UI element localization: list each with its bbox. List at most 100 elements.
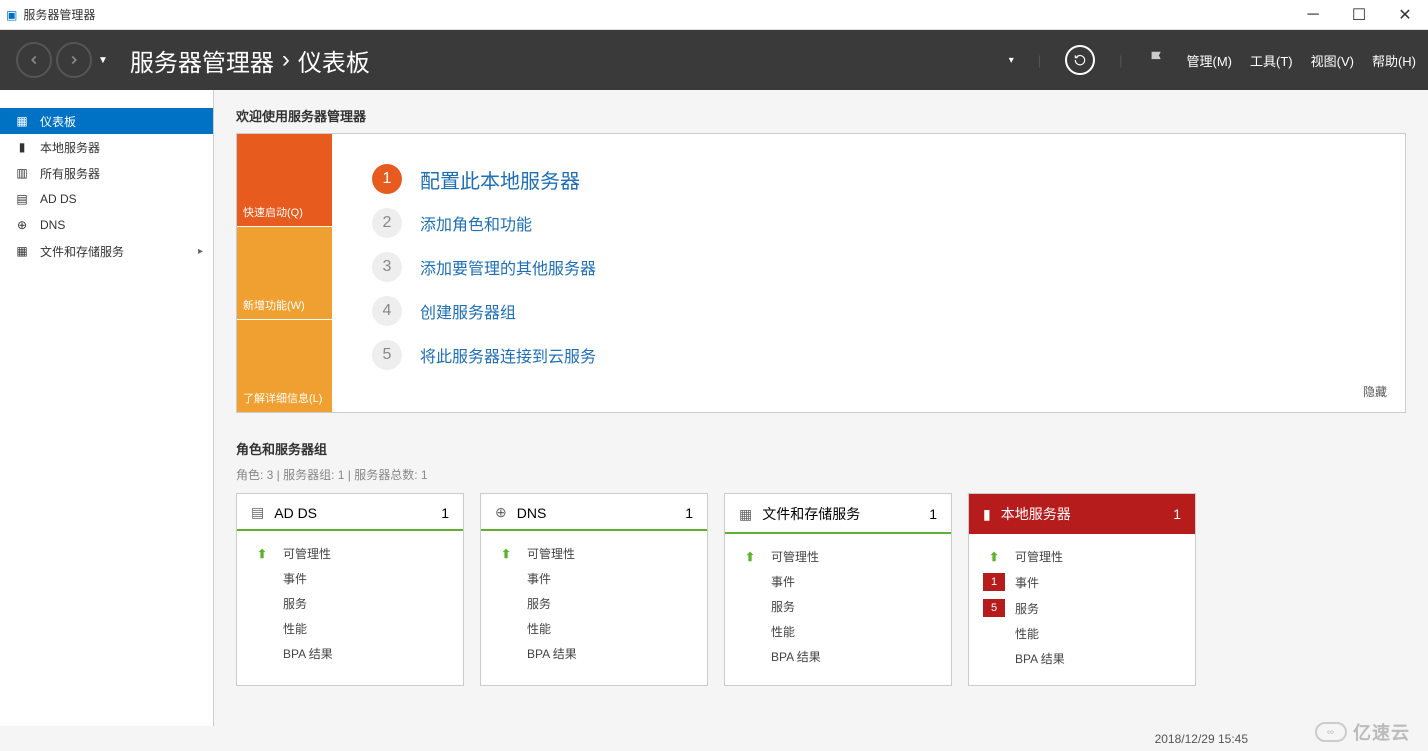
maximize-button[interactable]: ☐ [1336, 0, 1382, 30]
sidebar-item-file-storage[interactable]: ▦ 文件和存储服务 ▸ [0, 238, 213, 264]
minimize-button[interactable]: ─ [1290, 0, 1336, 30]
sidebar-item-label: DNS [40, 218, 65, 232]
local-server-icon: ▮ [983, 506, 991, 523]
role-tile-local-server[interactable]: ▮ 本地服务器 1 ⬆可管理性 1事件 5服务 性能 BPA 结果 [968, 493, 1196, 686]
alert-badge: 5 [983, 599, 1005, 617]
file-storage-icon: ▦ [739, 506, 752, 523]
tile-row-label: 事件 [1015, 574, 1039, 591]
close-button[interactable]: ✕ [1382, 0, 1428, 30]
up-arrow-icon: ⬆ [251, 547, 273, 561]
dropdown-indicator-icon[interactable]: ▾ [1009, 55, 1014, 66]
sidebar-item-label: 仪表板 [40, 113, 76, 130]
role-tile-file-storage[interactable]: ▦ 文件和存储服务 1 ⬆ 可管理性 事件 服务 性能 BPA 结果 [724, 493, 952, 686]
tile-row-label: BPA 结果 [527, 645, 577, 662]
sidebar-item-adds[interactable]: ▤ AD DS [0, 186, 213, 212]
tile-count: 1 [685, 505, 693, 521]
tile-row-label: 可管理性 [527, 545, 575, 562]
step-text: 添加角色和功能 [420, 211, 532, 235]
tile-row-label: 性能 [283, 620, 307, 637]
app-icon: ▣ [6, 8, 17, 22]
flag-icon[interactable] [1147, 49, 1169, 71]
tile-count: 1 [1173, 506, 1181, 522]
step-number: 3 [372, 252, 402, 282]
quick-step-3[interactable]: 3 添加要管理的其他服务器 [372, 252, 1365, 282]
tile-row-label: 事件 [771, 573, 795, 590]
breadcrumb-parent[interactable]: 服务器管理器 [130, 43, 274, 78]
adds-icon: ▤ [14, 192, 30, 206]
tile-title: 文件和存储服务 [762, 504, 860, 524]
local-server-icon: ▮ [14, 140, 30, 154]
tile-row-label: BPA 结果 [771, 648, 821, 665]
tile-count: 1 [441, 505, 449, 521]
learnmore-tab[interactable]: 了解详细信息(L) [237, 319, 332, 412]
sidebar-item-label: AD DS [40, 192, 77, 206]
whatsnew-tab-label: 新增功能(W) [243, 297, 305, 313]
menu-manage[interactable]: 管理(M) [1187, 51, 1233, 70]
menu-view[interactable]: 视图(V) [1311, 51, 1354, 70]
roles-section-title: 角色和服务器组 [236, 439, 1406, 458]
sidebar-item-dns[interactable]: ⊕ DNS [0, 212, 213, 238]
alert-badge: 1 [983, 573, 1005, 591]
nav-arrows: ▼ [16, 42, 108, 78]
menu-help[interactable]: 帮助(H) [1372, 51, 1416, 70]
breadcrumb-separator-icon: › [282, 46, 290, 74]
role-tile-adds[interactable]: ▤ AD DS 1 ⬆可管理性 事件 服务 性能 BPA 结果 [236, 493, 464, 686]
whatsnew-tab[interactable]: 新增功能(W) [237, 226, 332, 319]
learnmore-tab-label: 了解详细信息(L) [243, 390, 322, 406]
tile-row-label: 性能 [527, 620, 551, 637]
dns-icon: ⊕ [14, 218, 30, 232]
quick-step-1[interactable]: 1 配置此本地服务器 [372, 164, 1365, 194]
content-area: 欢迎使用服务器管理器 快速启动(Q) 新增功能(W) 了解详细信息(L) 1 配… [214, 90, 1428, 726]
forward-button[interactable] [56, 42, 92, 78]
status-bar: 2018/12/29 15:45 [0, 726, 1428, 751]
quickstart-tab[interactable]: 快速启动(Q) [237, 134, 332, 226]
step-number: 1 [372, 164, 402, 194]
sidebar: ▦ 仪表板 ▮ 本地服务器 ▥ 所有服务器 ▤ AD DS ⊕ DNS ▦ 文件… [0, 90, 214, 726]
step-text: 配置此本地服务器 [420, 165, 580, 194]
nav-dropdown-icon[interactable]: ▼ [98, 55, 108, 66]
tile-row-label: BPA 结果 [1015, 650, 1065, 667]
tile-title: DNS [517, 505, 547, 521]
back-button[interactable] [16, 42, 52, 78]
welcome-section-title: 欢迎使用服务器管理器 [236, 106, 1406, 125]
tile-row-label: 性能 [771, 623, 795, 640]
step-number: 5 [372, 340, 402, 370]
header: ▼ 服务器管理器 › 仪表板 ▾ | | 管理(M) 工具(T) 视图(V) 帮… [0, 30, 1428, 90]
quickstart-tab-label: 快速启动(Q) [243, 204, 303, 220]
refresh-button[interactable] [1065, 45, 1095, 75]
watermark: ∞ 亿速云 [1315, 719, 1410, 745]
tile-count: 1 [929, 506, 937, 522]
chevron-right-icon: ▸ [198, 246, 203, 257]
sidebar-item-local-server[interactable]: ▮ 本地服务器 [0, 134, 213, 160]
role-tile-dns[interactable]: ⊕ DNS 1 ⬆可管理性 事件 服务 性能 BPA 结果 [480, 493, 708, 686]
up-arrow-icon: ⬆ [983, 550, 1005, 564]
quick-step-4[interactable]: 4 创建服务器组 [372, 296, 1365, 326]
app-title: 服务器管理器 [23, 6, 95, 23]
watermark-icon: ∞ [1315, 722, 1347, 742]
step-text: 创建服务器组 [420, 299, 516, 323]
step-text: 将此服务器连接到云服务 [420, 343, 596, 367]
sidebar-item-dashboard[interactable]: ▦ 仪表板 [0, 108, 213, 134]
roles-subtitle: 角色: 3 | 服务器组: 1 | 服务器总数: 1 [236, 466, 1406, 483]
quick-step-5[interactable]: 5 将此服务器连接到云服务 [372, 340, 1365, 370]
dns-icon: ⊕ [495, 504, 507, 521]
step-text: 添加要管理的其他服务器 [420, 255, 596, 279]
dashboard-icon: ▦ [14, 114, 30, 128]
quick-step-2[interactable]: 2 添加角色和功能 [372, 208, 1365, 238]
tile-row-label: 服务 [1015, 600, 1039, 617]
tile-title: AD DS [274, 505, 317, 521]
status-datetime: 2018/12/29 15:45 [1155, 732, 1248, 746]
menu-tools[interactable]: 工具(T) [1250, 51, 1293, 70]
tile-row-label: BPA 结果 [283, 645, 333, 662]
tile-row-label: 可管理性 [771, 548, 819, 565]
tile-row-label: 可管理性 [283, 545, 331, 562]
tile-row-label: 服务 [527, 595, 551, 612]
tile-row-label: 可管理性 [1015, 548, 1063, 565]
tile-row-label: 服务 [771, 598, 795, 615]
tile-row-label: 性能 [1015, 625, 1039, 642]
up-arrow-icon: ⬆ [495, 547, 517, 561]
file-storage-icon: ▦ [14, 244, 30, 258]
hide-link[interactable]: 隐藏 [1363, 383, 1387, 400]
sidebar-item-all-servers[interactable]: ▥ 所有服务器 [0, 160, 213, 186]
up-arrow-icon: ⬆ [739, 550, 761, 564]
